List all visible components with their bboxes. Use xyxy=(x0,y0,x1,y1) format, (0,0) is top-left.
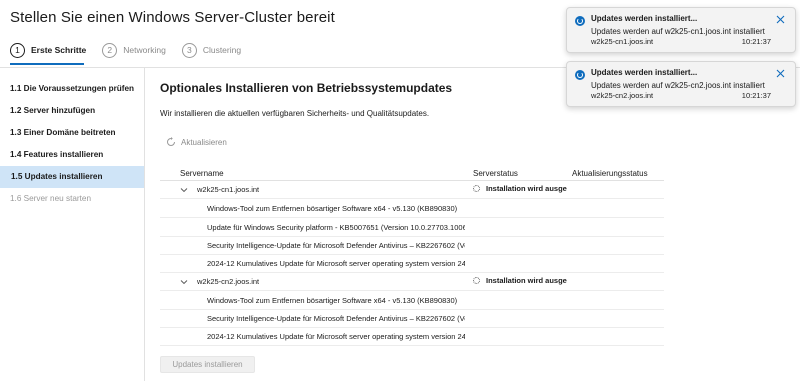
step-label: Networking xyxy=(123,45,166,55)
sync-icon xyxy=(575,70,585,80)
wizard-steps: 1 Erste Schritte 2 Networking 3 Clusteri… xyxy=(10,41,257,65)
sidebar-item-domaene[interactable]: 1.3 Einer Domäne beitreten xyxy=(0,122,144,144)
sidebar-item-neu-starten: 1.6 Server neu starten xyxy=(10,194,92,203)
sidebar-item-features[interactable]: 1.4 Features installieren xyxy=(0,144,144,166)
update-row: Windows-Tool zum Entfernen bösartiger So… xyxy=(160,200,664,218)
column-servername: Servername xyxy=(180,169,224,178)
server-status-text: Installation wird ausgeführt xyxy=(486,184,567,193)
notification-footer: w2k25-cn2.joos.int 10:21:37 xyxy=(591,91,787,101)
update-row: 2024-12 Kumulatives Update für Microsoft… xyxy=(160,255,664,273)
notification-title: Updates werden installiert... xyxy=(591,14,698,23)
sidebar-item-server-hinzufuegen[interactable]: 1.2 Server hinzufügen xyxy=(0,100,144,122)
refresh-button[interactable]: Aktualisieren xyxy=(166,137,227,147)
update-name: 2024-12 Kumulatives Update für Microsoft… xyxy=(207,259,465,268)
step-number: 1 xyxy=(10,42,25,58)
update-name: Security Intelligence-Update für Microso… xyxy=(207,314,465,323)
step-label: Erste Schritte xyxy=(31,45,87,55)
update-name: Security Intelligence-Update für Microso… xyxy=(207,241,465,250)
server-status: Installation wird ausgeführt xyxy=(473,184,567,193)
step-number: 3 xyxy=(181,42,197,58)
step-number: 2 xyxy=(102,42,118,58)
progress-spinner-icon xyxy=(473,185,480,192)
install-updates-button[interactable]: Updates installieren xyxy=(160,356,255,373)
page-title: Stellen Sie einen Windows Server-Cluster… xyxy=(10,9,335,26)
step-clustering[interactable]: 3 Clustering xyxy=(181,42,242,58)
refresh-icon xyxy=(167,137,175,146)
active-step-indicator xyxy=(10,63,84,65)
update-name: Update für Windows Security platform - K… xyxy=(207,223,465,232)
step-erste-schritte[interactable]: 1 Erste Schritte xyxy=(10,42,87,58)
update-row: Update für Windows Security platform - K… xyxy=(160,219,664,237)
table-header: Servername Serverstatus Aktualisierungss… xyxy=(160,165,664,181)
section-title: Optionales Installieren von Betriebssyst… xyxy=(160,81,453,95)
server-status: Installation wird ausgeführt xyxy=(473,276,567,285)
sidebar: 1.1 Die Voraussetzungen prüfen 1.2 Serve… xyxy=(0,68,145,381)
server-row[interactable]: w2k25-cn2.joos.int Installation wird aus… xyxy=(160,273,664,291)
chevron-down-icon[interactable] xyxy=(180,278,188,286)
update-row: Security Intelligence-Update für Microso… xyxy=(160,310,664,328)
notification-toast[interactable]: Updates werden installiert... Updates we… xyxy=(566,61,796,107)
notification-message: Updates werden auf w2k25-cn1.joos.int in… xyxy=(591,27,765,36)
sidebar-item-voraussetzungen[interactable]: 1.1 Die Voraussetzungen prüfen xyxy=(0,78,144,100)
notification-footer: w2k25-cn1.joos.int 10:21:37 xyxy=(591,37,787,47)
refresh-label: Aktualisieren xyxy=(181,137,227,147)
step-networking[interactable]: 2 Networking xyxy=(102,42,166,58)
server-row[interactable]: w2k25-cn1.joos.int Installation wird aus… xyxy=(160,181,664,199)
server-status-text: Installation wird ausgeführt xyxy=(486,276,567,285)
close-icon[interactable] xyxy=(776,15,785,24)
notification-message: Updates werden auf w2k25-cn2.joos.int in… xyxy=(591,81,765,90)
server-name: w2k25-cn1.joos.int xyxy=(197,185,260,194)
update-row: 2024-12 Kumulatives Update für Microsoft… xyxy=(160,328,664,346)
notification-time: 10:21:37 xyxy=(741,37,771,46)
notification-time: 10:21:37 xyxy=(741,91,771,100)
update-row: Windows-Tool zum Entfernen bösartiger So… xyxy=(160,292,664,310)
notification-title: Updates werden installiert... xyxy=(591,68,698,77)
close-icon[interactable] xyxy=(776,69,785,78)
sidebar-item-updates[interactable]: 1.5 Updates installieren xyxy=(0,166,144,188)
notification-server: w2k25-cn1.joos.int xyxy=(591,37,654,46)
column-serverstatus: Serverstatus xyxy=(473,169,518,178)
update-row: Security Intelligence-Update für Microso… xyxy=(160,237,664,255)
chevron-down-icon[interactable] xyxy=(180,186,188,194)
step-label: Clustering xyxy=(202,45,242,55)
notification-toast[interactable]: Updates werden installiert... Updates we… xyxy=(566,7,796,53)
update-name: Windows-Tool zum Entfernen bösartiger So… xyxy=(207,204,458,213)
update-name: Windows-Tool zum Entfernen bösartiger So… xyxy=(207,296,458,305)
section-description: Wir installieren die aktuellen verfügbar… xyxy=(160,109,430,118)
progress-spinner-icon xyxy=(473,277,480,284)
server-name: w2k25-cn2.joos.int xyxy=(197,277,260,286)
notification-server: w2k25-cn2.joos.int xyxy=(591,91,654,100)
column-aktualisierungsstatus: Aktualisierungsstatus xyxy=(572,169,648,178)
sync-icon xyxy=(575,16,585,26)
update-name: 2024-12 Kumulatives Update für Microsoft… xyxy=(207,332,465,341)
